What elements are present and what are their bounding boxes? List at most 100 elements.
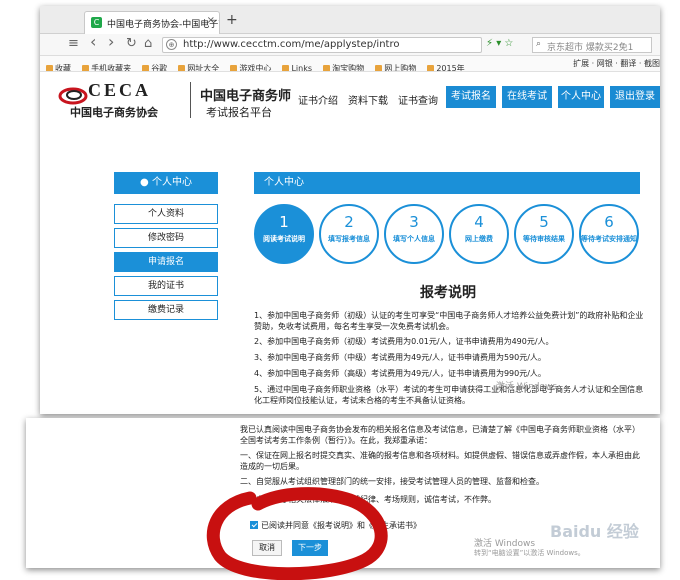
bookmark-item[interactable]: 2015年: [427, 61, 465, 71]
site-logo[interactable]: CECA: [88, 80, 151, 101]
sidebar-item-payments[interactable]: 缴费记录: [114, 300, 218, 320]
pledge-line: 三、自觉遵守相关法律法规和考试纪律、考场规则，诚信考试，不作弊。: [240, 495, 496, 504]
sidebar-item-password[interactable]: 修改密码: [114, 228, 218, 248]
main-header: 个人中心: [254, 172, 640, 194]
bookmark-item[interactable]: 网址大全: [178, 61, 219, 71]
notice-line: 3、参加中国电子商务师（中级）考试费用为49元/人，证书申请费用为590元/人。: [254, 353, 546, 362]
step-number: 5: [539, 213, 549, 231]
folder-icon: [82, 65, 90, 71]
notice-title: 报考说明: [420, 285, 476, 301]
screenshot-canvas: C 中国电子商务协会-中国电子商务 × + ≡ ‹ › ↻ ⌂ ⊕ http:/…: [0, 0, 680, 580]
header-divider: [190, 82, 191, 118]
star-icon: [46, 65, 53, 71]
notice-line: 4、参加中国电子商务师（高级）考试费用为49元/人，证书申请费用为990元/人。: [254, 369, 546, 378]
search-text: 京东超市 爆款买2免1: [547, 43, 634, 53]
bookmarks-bar: 收藏 手机收藏夹 谷歌 网址大全 游戏中心 Links 淘宝购物 网上购物 20…: [40, 56, 660, 72]
notice-line: 2、参加中国电子商务师（初级）考试费用为0.01元/人，证书申请费用为490元/…: [254, 337, 554, 346]
tab-bar: C 中国电子商务协会-中国电子商务 × +: [40, 6, 660, 34]
home-button[interactable]: ⌂: [144, 37, 152, 51]
step-number: 3: [409, 213, 419, 231]
site-title: 中国电子商务师: [200, 89, 292, 104]
baidu-jingyan-watermark: Baidu 经验: [550, 522, 639, 541]
url-text: http://www.cecctm.com/me/applystep/intro: [183, 39, 400, 50]
windows-watermark-hint: 转到“电脑设置”以激活 Windows。: [474, 549, 585, 557]
browser-window: C 中国电子商务协会-中国电子商务 × + ≡ ‹ › ↻ ⌂ ⊕ http:/…: [40, 6, 660, 414]
step-2[interactable]: 2 填写报考信息: [319, 204, 379, 264]
online-exam-button[interactable]: 在线考试: [502, 86, 552, 108]
bookmark-item[interactable]: 手机收藏夹: [82, 61, 131, 71]
globe-icon: ⊕: [166, 39, 177, 50]
bookmark-item[interactable]: 淘宝购物: [323, 61, 364, 71]
address-tools[interactable]: ⚡ ▾ ☆: [486, 38, 513, 49]
folder-icon: [375, 65, 383, 71]
forward-button[interactable]: ›: [108, 34, 114, 50]
sidebar-item-profile[interactable]: 个人资料: [114, 204, 218, 224]
step-label: 填写报考信息: [328, 235, 370, 243]
bookmark-item[interactable]: 网上购物: [375, 61, 416, 71]
step-4[interactable]: 4 网上缴费: [449, 204, 509, 264]
pledge-line: 一、保证在网上报名时提交真实、准确的报考信息和各项材料。如提供虚假、错误信息或弄…: [240, 451, 640, 471]
step-label: 网上缴费: [465, 235, 493, 243]
agree-row[interactable]: 已阅读并同意《报考说明》和《考生承诺书》: [250, 520, 421, 531]
exam-register-button[interactable]: 考试报名: [446, 86, 496, 108]
search-icon: ⌕: [536, 39, 542, 49]
folder-icon: [230, 65, 238, 71]
agree-checkbox[interactable]: [250, 521, 258, 529]
personal-center-button[interactable]: 个人中心: [558, 86, 604, 108]
step-1[interactable]: 1 阅读考试说明: [254, 204, 314, 264]
step-number: 1: [279, 213, 289, 231]
bookmark-item[interactable]: 谷歌: [142, 61, 167, 71]
bookmark-item[interactable]: 游戏中心: [230, 61, 271, 71]
tab-title: 中国电子商务协会-中国电子商务: [107, 20, 219, 30]
folder-icon: [282, 65, 290, 71]
next-step-button[interactable]: 下一步: [292, 540, 328, 556]
cancel-button[interactable]: 取消: [252, 540, 282, 556]
step-3[interactable]: 3 填写个人信息: [384, 204, 444, 264]
org-name: 中国电子商务协会: [70, 106, 158, 119]
step-label: 等待审核结果: [523, 235, 565, 243]
notice-line: 5、通过中国电子商务师职业资格（水平）考试的考生可申请获得工业和信息化部电子商务…: [254, 385, 644, 405]
step-number: 4: [474, 213, 484, 231]
back-button[interactable]: ‹: [90, 34, 96, 50]
logout-button[interactable]: 退出登录: [610, 86, 660, 108]
step-label: 等待考试安排通知: [581, 235, 637, 243]
pledge-intro: 我已认真阅读中国电子商务协会发布的相关报名信息及考试信息，已清楚了解《中国电子商…: [240, 425, 640, 445]
step-label: 阅读考试说明: [263, 235, 305, 243]
lower-screenshot: 我已认真阅读中国电子商务协会发布的相关报名信息及考试信息，已清楚了解《中国电子商…: [26, 418, 660, 568]
notice-line: 1、参加中国电子商务师（初级）认证的考生可享受“中国电子商务师人才培养公益免费计…: [254, 311, 644, 331]
sidebar-header: ● 个人中心: [114, 172, 218, 194]
site-favicon-icon: C: [91, 17, 102, 28]
pledge-line: 二、自觉服从考试组织管理部门的统一安排，接受考试管理人员的管理、监督和检查。: [240, 477, 544, 486]
step-number: 6: [604, 213, 614, 231]
sidebar-item-apply[interactable]: 申请报名: [114, 252, 218, 272]
nav-cert-query[interactable]: 证书查询: [398, 92, 438, 107]
bookmark-item[interactable]: Links: [282, 61, 312, 71]
site-subtitle: 考试报名平台: [206, 106, 272, 119]
tab-active[interactable]: C 中国电子商务协会-中国电子商务 ×: [84, 11, 220, 34]
folder-icon: [427, 65, 435, 71]
nav-cert-intro[interactable]: 证书介绍: [298, 92, 338, 107]
refresh-button[interactable]: ↻: [126, 37, 137, 51]
nav-downloads[interactable]: 资料下载: [348, 92, 388, 107]
tab-close-icon[interactable]: ×: [207, 15, 215, 26]
bookmark-item[interactable]: 收藏: [46, 61, 71, 71]
new-tab-button[interactable]: +: [226, 12, 238, 28]
step-label: 填写个人信息: [393, 235, 435, 243]
search-input[interactable]: ⌕ 京东超市 爆款买2免1: [532, 37, 652, 53]
step-number: 2: [344, 213, 354, 231]
location-pin-icon: ●: [140, 177, 149, 188]
agree-label: 已阅读并同意《报考说明》和《考生承诺书》: [261, 521, 421, 530]
folder-icon: [178, 65, 186, 71]
sidebar-item-certificates[interactable]: 我的证书: [114, 276, 218, 296]
windows-watermark: 激活 Windows: [496, 382, 558, 392]
menu-icon[interactable]: ≡: [68, 37, 79, 51]
step-5[interactable]: 5 等待审核结果: [514, 204, 574, 264]
navigation-bar: ≡ ‹ › ↻ ⌂ ⊕ http://www.cecctm.com/me/app…: [40, 34, 660, 56]
step-6[interactable]: 6 等待考试安排通知: [579, 204, 639, 264]
ceca-swoosh-icon: [58, 87, 88, 105]
browser-extensions[interactable]: 扩展 · 网银 · 翻译 · 截图: [569, 56, 660, 71]
folder-icon: [142, 65, 150, 71]
address-bar[interactable]: ⊕ http://www.cecctm.com/me/applystep/int…: [162, 37, 482, 53]
site-header: CECA 中国电子商务协会 中国电子商务师 考试报名平台 证书介绍 资料下载 证…: [40, 72, 660, 126]
folder-icon: [323, 65, 331, 71]
